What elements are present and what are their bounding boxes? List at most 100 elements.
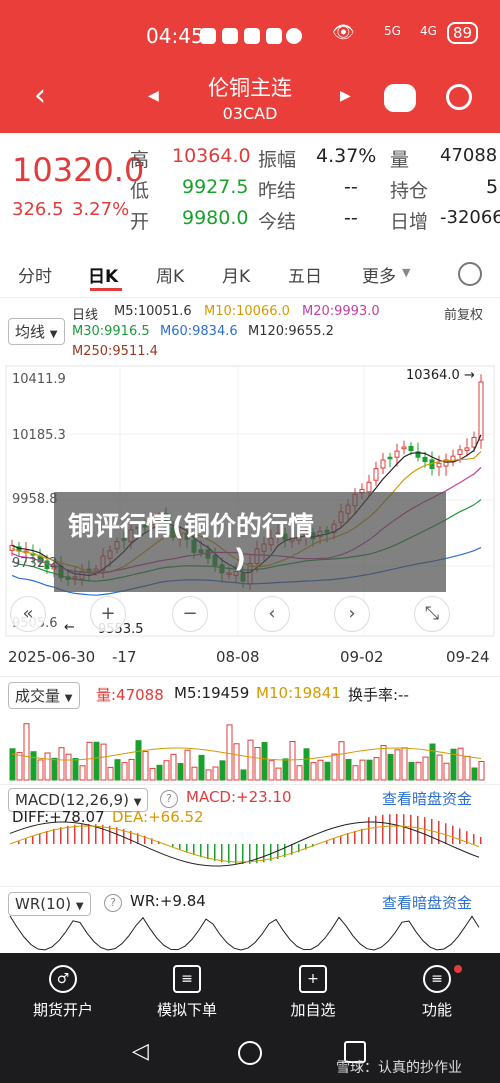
adjust-mode[interactable]: 前复权 [444, 304, 483, 323]
scroll-right-button[interactable]: › [334, 596, 370, 632]
system-home-icon[interactable] [238, 1041, 262, 1065]
candle [394, 450, 400, 458]
volume-bar [359, 759, 366, 781]
volume-bar [408, 761, 415, 781]
macd-bar [60, 827, 62, 844]
prev-contract-icon[interactable]: ◀ [148, 88, 159, 104]
ma120-legend: M120:9655.2 [248, 324, 334, 339]
settle-label: 今结 [258, 211, 297, 233]
price-change-pct: 3.27% [72, 199, 130, 220]
active-tab-indicator [90, 288, 122, 291]
volume-chart[interactable] [0, 704, 500, 782]
macd-bar [256, 844, 258, 864]
diff-line [9, 821, 480, 867]
ma250-legend: M250:9511.4 [72, 344, 158, 359]
macd-bar [18, 841, 20, 844]
volume-bar [401, 747, 408, 781]
system-back-icon[interactable]: ◁ [132, 1039, 149, 1064]
period-label: 日线 [72, 308, 99, 323]
date-label: 09-02 [340, 648, 384, 666]
tab-five-day[interactable]: 五日 [288, 262, 322, 287]
tab-more[interactable]: 更多 [362, 262, 396, 287]
macd-bar [326, 841, 328, 844]
volume-bar [114, 759, 121, 781]
volume-bar [44, 752, 51, 781]
contract-code: 03CAD [222, 104, 278, 123]
macd-bar [347, 833, 349, 844]
nav-futures-account[interactable]: ♂ 期货开户 [8, 965, 118, 1020]
y-axis-label: 9958.8 [12, 492, 58, 507]
nav-add-watchlist[interactable]: + 加自选 [258, 965, 368, 1020]
indicator-selector-label: 均线 [15, 323, 46, 341]
date-label: 2025-06-30 [8, 648, 96, 666]
next-contract-icon[interactable]: ▶ [340, 88, 351, 104]
macd-bar [81, 824, 83, 844]
divider [0, 886, 500, 887]
candle [373, 468, 379, 481]
macd-bar [403, 814, 405, 844]
macd-bar [172, 844, 174, 847]
volume-value: 47088 [440, 145, 498, 166]
settings-icon[interactable] [458, 262, 482, 286]
zoom-in-button[interactable]: + [90, 596, 126, 632]
volume-ma-line [11, 747, 482, 761]
zoom-out-button[interactable]: « [10, 596, 46, 632]
candle [408, 445, 414, 451]
scroll-left-button[interactable]: ‹ [254, 596, 290, 632]
quote-panel: 10320.0 326.5 3.27% 高 10364.0 低 9927.5 开… [0, 133, 500, 250]
macd-bar [445, 823, 447, 844]
candle [401, 446, 407, 450]
volume-bar [198, 754, 205, 781]
volume-bar [366, 759, 373, 781]
volume-bar [135, 740, 142, 781]
app-notify-icon [286, 28, 302, 44]
macd-bar [333, 838, 335, 844]
macd-bar [39, 833, 41, 844]
tab-daily-k[interactable]: 日K [88, 262, 118, 287]
help-icon[interactable]: ? [104, 894, 122, 912]
robot-assistant-icon[interactable] [384, 84, 416, 112]
max-price-marker: 10364.0 [406, 368, 460, 383]
prev-settle-label: 昨结 [258, 180, 297, 202]
dark-pool-link[interactable]: 查看暗盘资金 [382, 892, 472, 913]
ma5-legend: M5:10051.6 [114, 304, 192, 319]
macd-bar [102, 824, 104, 844]
macd-chart[interactable] [0, 800, 500, 884]
date-label: 08-08 [216, 648, 260, 666]
macd-bar [32, 835, 34, 844]
date-label: -17 [112, 648, 137, 666]
volume-bar [436, 754, 443, 781]
search-icon[interactable] [446, 84, 472, 110]
volume-selector-label: 成交量 [15, 687, 61, 705]
tab-weekly-k[interactable]: 周K [156, 262, 184, 287]
volume-bar [100, 743, 107, 781]
volume-bar [233, 743, 240, 781]
volume-bar [380, 744, 387, 781]
high-value: 10364.0 [172, 145, 251, 167]
macd-bar [368, 817, 370, 844]
zoom-out-minus-button[interactable]: − [172, 596, 208, 632]
indicator-selector[interactable]: 均线 ▼ [8, 318, 65, 345]
volume-ma5-legend: M5:19459 [174, 684, 250, 702]
nav-label: 功能 [421, 1001, 452, 1019]
nav-functions[interactable]: ≡ 功能 [382, 965, 492, 1020]
candle [464, 447, 470, 451]
macd-bar [200, 844, 202, 858]
volume-bar [394, 749, 401, 781]
wr-chart[interactable] [0, 912, 500, 954]
tab-intraday[interactable]: 分时 [18, 262, 52, 287]
date-label: 09-24 [446, 648, 490, 666]
volume-bar [191, 766, 198, 781]
back-icon[interactable]: ‹ [34, 78, 46, 113]
macd-bar [473, 834, 475, 844]
overlay-title-line1: 铜评行情(铜价的行情 [68, 512, 314, 542]
macd-bar [74, 824, 76, 844]
macd-bar [452, 825, 454, 844]
fullscreen-button[interactable]: ⤡ [414, 596, 450, 632]
volume-bar [317, 759, 324, 781]
last-price: 10320.0 [12, 151, 145, 189]
tab-monthly-k[interactable]: 月K [222, 262, 250, 287]
oi-change-value: -32066 [440, 207, 500, 228]
nav-paper-trade[interactable]: ≡ 模拟下单 [132, 965, 242, 1020]
y-axis-label: 9732.2 [12, 556, 58, 571]
